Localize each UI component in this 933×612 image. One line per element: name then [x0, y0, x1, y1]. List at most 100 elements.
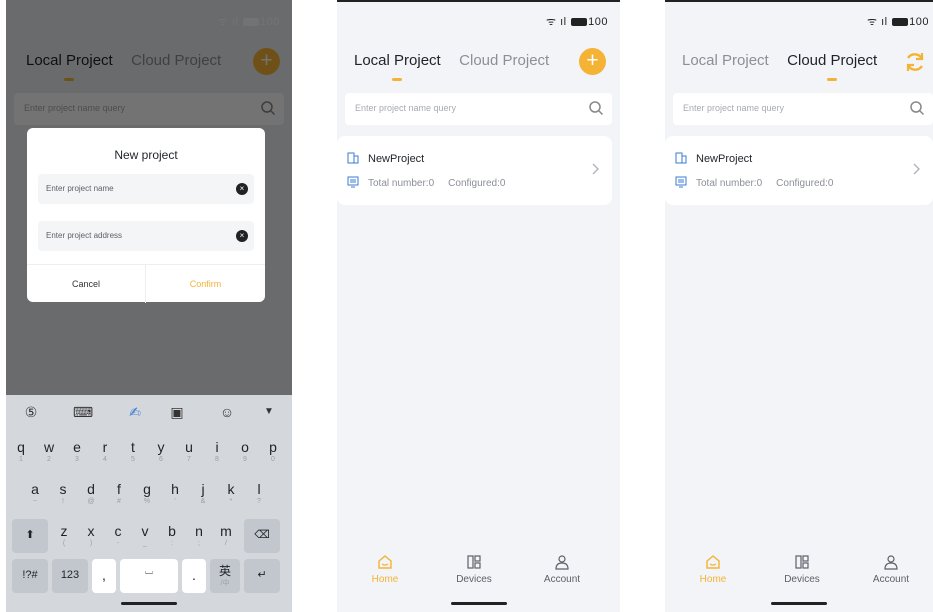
- key-m[interactable]: m /: [214, 519, 238, 553]
- sticker-icon[interactable]: ⑤: [20, 401, 42, 423]
- tab-local-project[interactable]: Local Project: [354, 52, 441, 81]
- key-label: c: [114, 523, 122, 539]
- key-label: d: [87, 481, 95, 497]
- divider: [337, 0, 620, 2]
- key-label: b: [168, 523, 176, 539]
- key-label: f: [117, 481, 121, 497]
- home-indicator: [450, 602, 507, 605]
- shift-key[interactable]: ⬆: [12, 519, 48, 553]
- key-label: g: [143, 481, 151, 497]
- add-project-button[interactable]: +: [579, 48, 606, 75]
- backspace-key[interactable]: ⌫: [244, 519, 280, 553]
- emoji-icon[interactable]: ☺: [216, 401, 238, 423]
- key-secondary-label: 3: [75, 456, 79, 463]
- handwriting-icon[interactable]: ✍: [124, 401, 146, 423]
- key-label: e: [73, 439, 81, 455]
- key-o[interactable]: o9: [233, 435, 257, 469]
- key-label: k: [227, 481, 235, 497]
- search-bar[interactable]: Enter project name query: [345, 93, 612, 125]
- key-f[interactable]: f #: [107, 477, 131, 511]
- key-b[interactable]: b:: [160, 519, 184, 553]
- tab-local-project[interactable]: Local Project: [682, 52, 769, 69]
- clear-address-icon[interactable]: ×: [236, 230, 248, 242]
- new-project-dialog: New project Enter project name × Enter p…: [27, 128, 265, 303]
- key-k[interactable]: k *: [219, 477, 243, 511]
- search-input[interactable]: Enter project name query: [355, 103, 456, 113]
- nav-devices[interactable]: Devices: [444, 554, 504, 585]
- key-label: x: [87, 523, 95, 539]
- project-meta-row: Total number:0 Configured:0: [675, 176, 833, 189]
- key-l[interactable]: l?: [247, 477, 271, 511]
- clear-name-icon[interactable]: ×: [236, 183, 248, 195]
- search-input[interactable]: Enter project name query: [683, 103, 784, 113]
- keyboard-layout-icon[interactable]: ⌨: [72, 401, 94, 423]
- nav-devices[interactable]: Devices: [772, 554, 832, 585]
- chevron-right-icon: [592, 163, 599, 175]
- battery-icon: [892, 18, 909, 27]
- key-secondary-label: &: [200, 498, 206, 505]
- key-d[interactable]: d @: [79, 477, 103, 511]
- project-name-field[interactable]: Enter project name ×: [38, 174, 254, 204]
- project-name: NewProject: [368, 153, 425, 165]
- key-secondary-label: @: [87, 498, 95, 505]
- key-q[interactable]: q1: [9, 435, 33, 469]
- period-key[interactable]: .: [182, 559, 206, 593]
- key-n[interactable]: n;: [187, 519, 211, 553]
- key-y[interactable]: y6: [149, 435, 173, 469]
- nav-account[interactable]: Account: [861, 554, 921, 585]
- symbols-key[interactable]: !?#: [12, 559, 48, 593]
- project-name-input[interactable]: Enter project name: [46, 184, 114, 193]
- search-icon[interactable]: [588, 100, 604, 116]
- key-w[interactable]: w2: [37, 435, 61, 469]
- key-g[interactable]: g%: [135, 477, 159, 511]
- keyboard: ⑤ ⌨ ✍ ▣ ☺ ▼ q 1 w 2 e 3 r 4 t 5 y 6 u 7 i 8 o 9 p 0 a ~ s! d @ f #…: [6, 395, 292, 612]
- clipboard-icon[interactable]: ▣: [166, 401, 188, 423]
- collapse-keyboard-icon[interactable]: ▼: [258, 401, 280, 423]
- key-z[interactable]: z(: [52, 519, 76, 553]
- key-a[interactable]: a ~: [23, 477, 47, 511]
- key-c[interactable]: c-: [106, 519, 130, 553]
- numbers-key[interactable]: 123: [52, 559, 88, 593]
- project-card[interactable]: NewProject Total number:0 Configured:0: [665, 136, 933, 205]
- language-key[interactable]: 英/中: [210, 559, 240, 593]
- comma-key[interactable]: ,: [92, 559, 116, 593]
- nav-home[interactable]: Home: [683, 554, 743, 585]
- signal-icon: ıl: [881, 16, 888, 28]
- nav-devices-label: Devices: [456, 574, 492, 585]
- space-key[interactable]: ⌴: [120, 559, 178, 593]
- device-list-icon: [675, 176, 687, 188]
- key-i[interactable]: i8: [205, 435, 229, 469]
- key-j[interactable]: j &: [191, 477, 215, 511]
- battery-level: 100: [588, 16, 608, 28]
- nav-home[interactable]: Home: [355, 554, 415, 585]
- key-v[interactable]: v _: [133, 519, 157, 553]
- key-label: r: [102, 439, 108, 455]
- enter-key[interactable]: ↵: [244, 559, 280, 593]
- key-p[interactable]: p0: [261, 435, 285, 469]
- key-r[interactable]: r4: [93, 435, 117, 469]
- project-address-field[interactable]: Enter project address ×: [38, 221, 254, 251]
- tab-cloud-project[interactable]: Cloud Project: [787, 52, 877, 81]
- search-bar[interactable]: Enter project name query: [673, 93, 933, 125]
- key-x[interactable]: x): [79, 519, 103, 553]
- project-address-input[interactable]: Enter project address: [46, 231, 122, 240]
- key-t[interactable]: t5: [121, 435, 145, 469]
- key-u[interactable]: u7: [177, 435, 201, 469]
- key-secondary-label: /: [225, 540, 227, 547]
- nav-account[interactable]: Account: [532, 554, 592, 585]
- key-secondary-label: (: [62, 540, 66, 547]
- project-card[interactable]: NewProject Total number:0 Configured:0: [337, 136, 612, 205]
- cancel-button[interactable]: Cancel: [27, 265, 146, 303]
- screen-local-projects: ᯤ ıl 100 Local Project Cloud Project + E…: [337, 0, 620, 612]
- tab-cloud-project[interactable]: Cloud Project: [459, 52, 549, 69]
- confirm-button[interactable]: Confirm: [146, 265, 265, 303]
- key-h[interactable]: h ': [163, 477, 187, 511]
- home-icon: [378, 555, 392, 569]
- sync-icon[interactable]: [903, 50, 927, 74]
- search-icon[interactable]: [909, 100, 925, 116]
- key-e[interactable]: e3: [65, 435, 89, 469]
- key-s[interactable]: s!: [51, 477, 75, 511]
- key-secondary-label: ): [89, 540, 93, 547]
- home-icon: [706, 555, 720, 569]
- battery-icon: [571, 18, 588, 27]
